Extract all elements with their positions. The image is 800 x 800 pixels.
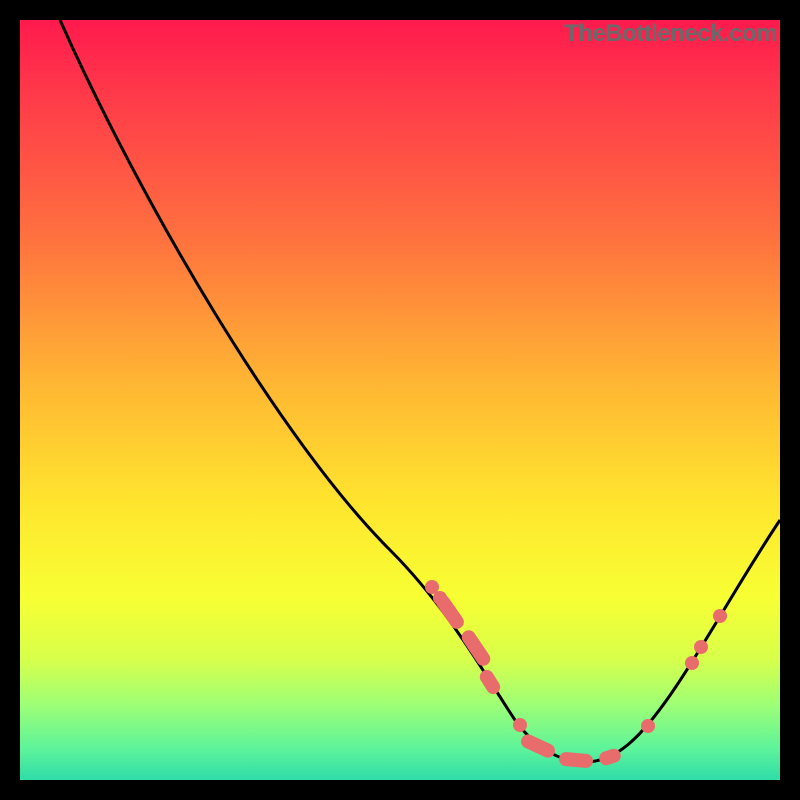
- dot-4: [685, 656, 699, 670]
- bar-4: [558, 752, 593, 769]
- bottleneck-curve: [60, 20, 780, 762]
- dot-3: [641, 719, 655, 733]
- bar-3: [519, 732, 558, 760]
- chart-canvas: TheBottleneck.com: [0, 0, 800, 800]
- curve-svg: [20, 20, 780, 780]
- plot-area: TheBottleneck.com: [20, 20, 780, 780]
- bar-1: [459, 628, 493, 669]
- marker-dots: [425, 580, 727, 733]
- dot-2: [513, 718, 527, 732]
- bar-2: [477, 667, 503, 696]
- dot-6: [713, 609, 727, 623]
- dot-1: [433, 591, 447, 605]
- marker-bars: [433, 592, 622, 768]
- dot-5: [694, 640, 708, 654]
